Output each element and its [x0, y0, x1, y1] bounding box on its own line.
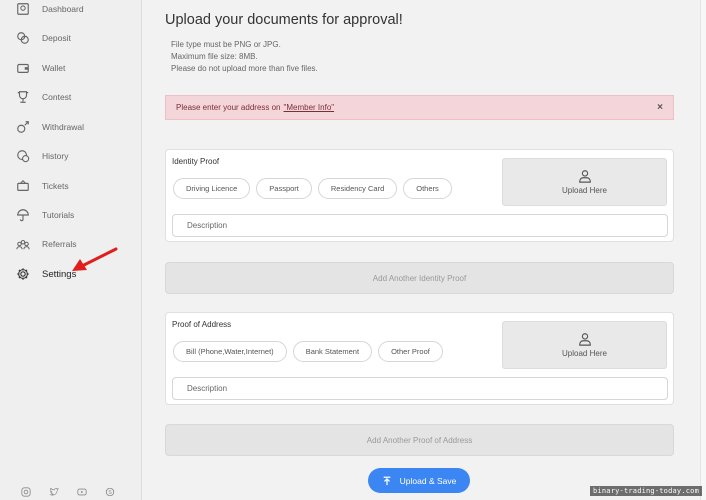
tickets-icon [14, 177, 32, 195]
youtube-icon[interactable] [76, 486, 88, 498]
identity-upload-area[interactable]: Upload Here [502, 158, 667, 206]
add-address-proof-button[interactable]: Add Another Proof of Address [165, 424, 674, 456]
twitter-icon[interactable] [48, 486, 60, 498]
rule-file-type: File type must be PNG or JPG. [171, 40, 281, 49]
instagram-icon[interactable] [20, 486, 32, 498]
option-other-proof[interactable]: Other Proof [378, 341, 443, 362]
upload-save-button[interactable]: Upload & Save [368, 468, 470, 493]
history-icon [14, 147, 32, 165]
upload-rules: File type must be PNG or JPG. Maximum fi… [171, 39, 318, 75]
user-icon [578, 170, 591, 183]
upload-save-label: Upload & Save [399, 475, 457, 486]
address-proof-card: Proof of Address Bill (Phone,Water,Inter… [165, 312, 674, 405]
identity-proof-options: Driving Licence Passport Residency Card … [173, 178, 452, 199]
identity-proof-card: Identity Proof Driving Licence Passport … [165, 149, 674, 242]
identity-proof-title: Identity Proof [172, 157, 220, 166]
address-proof-options: Bill (Phone,Water,Internet) Bank Stateme… [173, 341, 443, 362]
address-upload-area[interactable]: Upload Here [502, 321, 667, 369]
sidebar-item-label: Wallet [42, 63, 66, 73]
option-others[interactable]: Others [403, 178, 452, 199]
option-bill[interactable]: Bill (Phone,Water,Internet) [173, 341, 287, 362]
skype-icon[interactable]: S [104, 486, 116, 498]
sidebar-item-label: History [42, 151, 69, 161]
option-driving-licence[interactable]: Driving Licence [173, 178, 251, 199]
sidebar-item-label: Tickets [42, 181, 69, 191]
sidebar-item-deposit[interactable]: Deposit [14, 27, 71, 49]
option-bank-statement[interactable]: Bank Statement [292, 341, 373, 362]
sidebar-item-dashboard[interactable]: Dashboard [14, 0, 84, 20]
watermark: binary-trading-today.com [590, 486, 702, 496]
upload-label: Upload Here [562, 186, 607, 195]
close-icon[interactable]: × [657, 102, 663, 113]
rule-file-size: Maximum file size: 8MB. [171, 52, 258, 61]
sidebar-item-contest[interactable]: Contest [14, 86, 71, 108]
member-info-link[interactable]: "Member Info" [284, 103, 335, 112]
sidebar-item-tickets[interactable]: Tickets [14, 175, 69, 197]
dashboard-icon [14, 0, 32, 18]
sidebar-item-label: Tutorials [42, 210, 75, 220]
sidebar-item-withdrawal[interactable]: Withdrawal [14, 116, 84, 138]
sidebar-item-label: Contest [42, 92, 72, 102]
page-title: Upload your documents for approval! [165, 12, 403, 28]
address-description-input[interactable]: Description [172, 377, 668, 400]
trophy-icon [14, 88, 32, 106]
sidebar-item-label: Dashboard [42, 4, 84, 14]
sidebar-item-label: Withdrawal [42, 122, 85, 132]
annotation-arrow [72, 247, 118, 271]
address-alert: Please enter your address on "Member Inf… [165, 95, 674, 120]
add-identity-proof-button[interactable]: Add Another Identity Proof [165, 262, 674, 294]
alert-text: Please enter your address on [176, 103, 281, 112]
deposit-icon [14, 29, 32, 47]
gear-icon [14, 265, 32, 283]
sidebar-item-wallet[interactable]: Wallet [14, 57, 65, 79]
upload-icon [383, 476, 390, 485]
referrals-icon [14, 235, 32, 253]
user-icon [578, 333, 591, 346]
umbrella-icon [14, 206, 32, 224]
option-passport[interactable]: Passport [256, 178, 312, 199]
rule-file-count: Please do not upload more than five file… [171, 64, 318, 73]
address-proof-title: Proof of Address [172, 320, 232, 329]
scrollbar[interactable] [700, 0, 706, 500]
upload-label: Upload Here [562, 349, 607, 358]
option-residency-card[interactable]: Residency Card [317, 178, 398, 199]
sidebar-item-label: Deposit [42, 33, 71, 43]
identity-description-input[interactable]: Description [172, 214, 668, 237]
sidebar-item-history[interactable]: History [14, 145, 68, 167]
social-links: S [20, 486, 116, 498]
wallet-icon [14, 59, 32, 77]
sidebar-item-tutorials[interactable]: Tutorials [14, 204, 74, 226]
sidebar-item-settings[interactable]: Settings [14, 263, 76, 285]
withdrawal-icon [14, 118, 32, 136]
